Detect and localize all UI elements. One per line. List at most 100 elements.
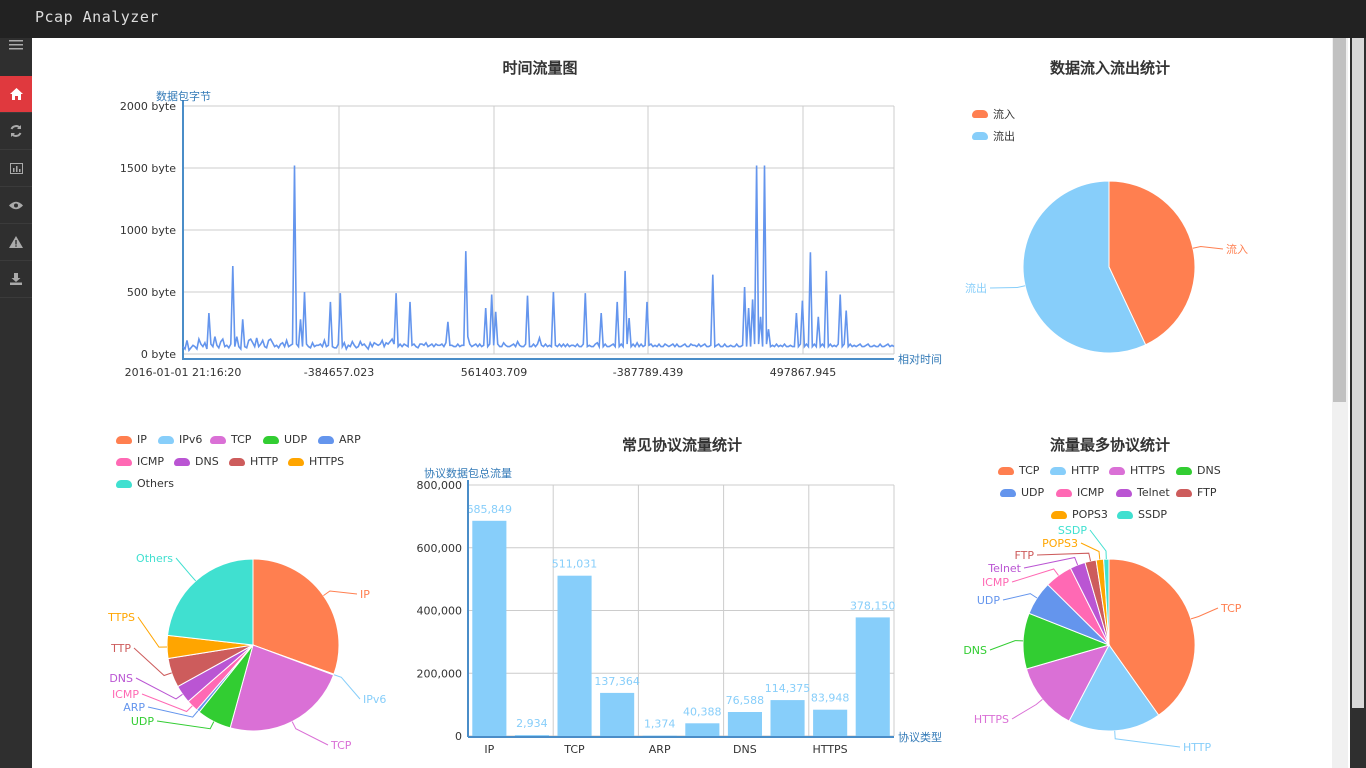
bar-x-tick-label: IP	[484, 743, 494, 756]
inout-pie-label: 流出	[965, 281, 987, 295]
bar-y-tick-label: 0	[455, 730, 462, 743]
legend-swatch	[318, 435, 334, 444]
bar-value-label: 76,588	[726, 694, 765, 707]
legend-item-icmp[interactable]: ICMP	[1056, 486, 1104, 499]
top-pie-label-line	[1190, 607, 1219, 620]
legend-label: DNS	[1197, 464, 1221, 477]
legend-item-telnet[interactable]: Telnet	[1116, 486, 1170, 499]
bar-y-axis-label: 协议数据包总流量	[424, 466, 512, 480]
legend-label: IP	[137, 433, 147, 446]
legend-swatch	[1051, 510, 1067, 519]
bar-value-label: 114,375	[765, 682, 811, 695]
legend-item-tcp[interactable]: TCP	[998, 464, 1039, 477]
protocol-pie-label: Others	[136, 552, 173, 565]
legend-item-https[interactable]: HTTPS	[288, 455, 344, 468]
legend-item-https[interactable]: HTTPS	[1109, 464, 1165, 477]
legend-swatch	[1109, 466, 1125, 475]
legend-swatch	[116, 435, 132, 444]
legend-swatch	[998, 466, 1014, 475]
protocol-pie-slice-others	[166, 558, 254, 646]
top-pie-label: FTP	[1015, 549, 1035, 562]
top-pie-label: POPS3	[1042, 537, 1078, 550]
legend-label: IPv6	[179, 433, 203, 446]
protocol-pie-label-line	[156, 720, 215, 730]
bar-y-tick-label: 400,000	[417, 605, 463, 618]
legend-label: 流入	[993, 108, 1015, 121]
bar-value-label: 40,388	[683, 705, 722, 718]
line-x-tick-label: -387789.439	[613, 366, 683, 379]
legend-item-udp[interactable]: UDP	[1000, 486, 1044, 499]
legend-swatch	[1050, 466, 1066, 475]
legend-swatch	[210, 435, 226, 444]
legend-item-ftp[interactable]: FTP	[1176, 486, 1217, 499]
legend-item-ipv6[interactable]: IPv6	[158, 433, 202, 446]
bar-ipv6	[514, 735, 549, 736]
legend-label: ICMP	[1077, 486, 1105, 499]
top-pie-label-line	[1080, 542, 1101, 560]
top-pie-label-line	[1089, 529, 1107, 560]
protocol-pie-label-line	[175, 557, 197, 582]
legend-label: DNS	[195, 455, 219, 468]
protocol-pie-label: TCP	[330, 739, 352, 752]
protocol-pie-label: IP	[360, 588, 370, 601]
top-pie-label: SSDP	[1058, 524, 1087, 537]
line-y-axis-label: 数据包字节	[156, 89, 211, 103]
legend-label: TCP	[1019, 464, 1040, 477]
bar-dns	[727, 712, 762, 736]
legend-item-icmp[interactable]: ICMP	[116, 455, 164, 468]
legend-label: UDP	[1021, 486, 1045, 499]
bar-value-label: 511,031	[552, 558, 598, 571]
bar-value-label: 137,364	[594, 675, 640, 688]
protocol-pie-label: UDP	[131, 715, 155, 728]
legend-item-流入[interactable]: 流入	[972, 106, 1015, 122]
legend-item-udp[interactable]: UDP	[263, 433, 307, 446]
legend-label: FTP	[1197, 486, 1217, 499]
bar-http	[770, 700, 805, 736]
protocol-pie-label-line	[323, 590, 358, 597]
top-pie-label-line	[1002, 593, 1038, 601]
legend-swatch	[116, 479, 132, 488]
legend-item-dns[interactable]: DNS	[174, 455, 219, 468]
top-pie-label: DNS	[963, 644, 987, 657]
bar-icmp	[685, 723, 720, 736]
inout-pie-label-line	[989, 285, 1026, 289]
legend-label: HTTP	[250, 455, 279, 468]
top-pie-label: HTTP	[1183, 741, 1212, 754]
top-pie-label: UDP	[977, 594, 1001, 607]
line-y-tick-label: 1500 byte	[120, 162, 176, 175]
bar-x-tick-label: ARP	[649, 743, 671, 756]
legend-item-流出[interactable]: 流出	[972, 128, 1015, 144]
legend-label: ARP	[339, 433, 361, 446]
top-pie-label: Telnet	[987, 562, 1021, 575]
line-x-axis-label: 相对时间	[898, 352, 942, 366]
bar-value-label: 1,374	[644, 718, 676, 731]
protocol-pie-label: ICMP	[112, 688, 139, 701]
bar-udp	[600, 692, 635, 736]
legend-label: HTTPS	[1130, 464, 1166, 477]
legend-item-http[interactable]: HTTP	[1050, 464, 1099, 477]
legend-item-arp[interactable]: ARP	[318, 433, 361, 446]
line-x-tick-label: 2016-01-01 21:16:20	[125, 366, 242, 379]
legend-swatch	[972, 110, 988, 118]
bar-value-label: 685,849	[467, 503, 513, 516]
legend-label: 流出	[993, 130, 1015, 143]
legend-swatch	[972, 132, 988, 140]
legend-label: POPS3	[1072, 508, 1108, 521]
legend-item-ip[interactable]: IP	[116, 433, 147, 446]
legend-item-dns[interactable]: DNS	[1176, 464, 1221, 477]
protocol-pie-label-line	[291, 721, 329, 746]
legend-item-pops3[interactable]: POPS3	[1051, 508, 1108, 521]
line-x-tick-label: 561403.709	[461, 366, 527, 379]
inout-pie-label: 流入	[1226, 242, 1248, 256]
line-y-tick-label: 0 byte	[141, 348, 176, 361]
bar-x-tick-label: TCP	[563, 743, 585, 756]
bar-others	[855, 617, 890, 736]
protocol-pie-label-line	[137, 616, 168, 648]
legend-item-ssdp[interactable]: SSDP	[1117, 508, 1167, 521]
legend-item-others[interactable]: Others	[116, 477, 174, 490]
line-series	[182, 165, 895, 353]
legend-item-http[interactable]: HTTP	[229, 455, 278, 468]
protocol-pie-label-line	[333, 674, 361, 700]
legend-swatch	[1000, 488, 1016, 497]
legend-item-tcp[interactable]: TCP	[210, 433, 251, 446]
